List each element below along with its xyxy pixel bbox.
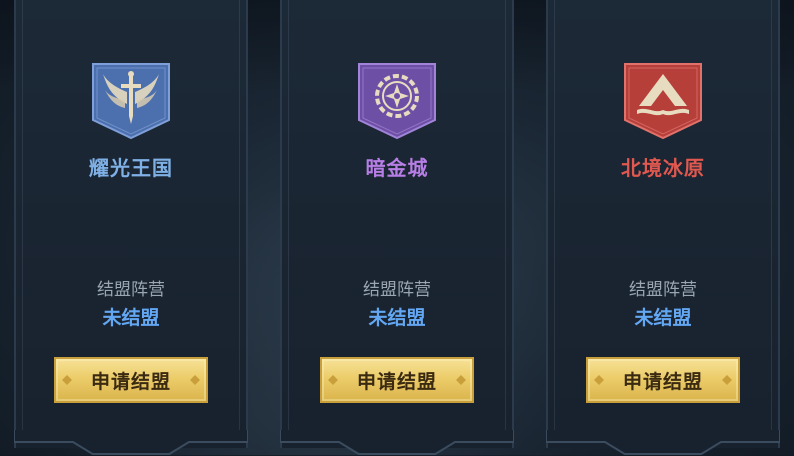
- gear-compass-icon: [357, 62, 437, 140]
- diamond-ornament-icon: [594, 375, 604, 385]
- alliance-status: 未结盟: [368, 307, 426, 329]
- faction-card-radiant-kingdom: 耀光王国 结盟阵营 未结盟 申请结盟: [14, 0, 248, 455]
- alliance-status: 未结盟: [634, 307, 692, 329]
- diamond-ornament-icon: [190, 375, 200, 385]
- alliance-label: 结盟阵营: [97, 280, 165, 300]
- faction-name: 北境冰原: [621, 156, 705, 180]
- diamond-ornament-icon: [62, 375, 72, 385]
- apply-alliance-label: 申请结盟: [622, 370, 703, 393]
- apply-alliance-label: 申请结盟: [356, 370, 437, 393]
- diamond-ornament-icon: [722, 375, 732, 385]
- faction-name: 暗金城: [365, 156, 429, 180]
- faction-name: 耀光王国: [89, 156, 173, 180]
- faction-card-dark-gold-city: 暗金城 结盟阵营 未结盟 申请结盟: [280, 0, 514, 455]
- faction-card-northern-tundra: 北境冰原 结盟阵营 未结盟 申请结盟: [546, 0, 780, 455]
- panel-bottom-edge: [14, 430, 248, 456]
- alliance-status: 未结盟: [102, 307, 160, 329]
- apply-alliance-button[interactable]: 申请结盟: [586, 357, 740, 403]
- diamond-ornament-icon: [456, 375, 466, 385]
- panel-bottom-edge: [280, 430, 514, 456]
- alliance-label: 结盟阵营: [629, 280, 697, 300]
- mountain-peak-icon: [623, 62, 703, 140]
- alliance-label: 结盟阵营: [363, 280, 431, 300]
- diamond-ornament-icon: [328, 375, 338, 385]
- winged-sword-icon: [91, 62, 171, 140]
- apply-alliance-button[interactable]: 申请结盟: [54, 357, 208, 403]
- panel-bottom-edge: [546, 430, 780, 456]
- apply-alliance-button[interactable]: 申请结盟: [320, 357, 474, 403]
- apply-alliance-label: 申请结盟: [90, 370, 171, 393]
